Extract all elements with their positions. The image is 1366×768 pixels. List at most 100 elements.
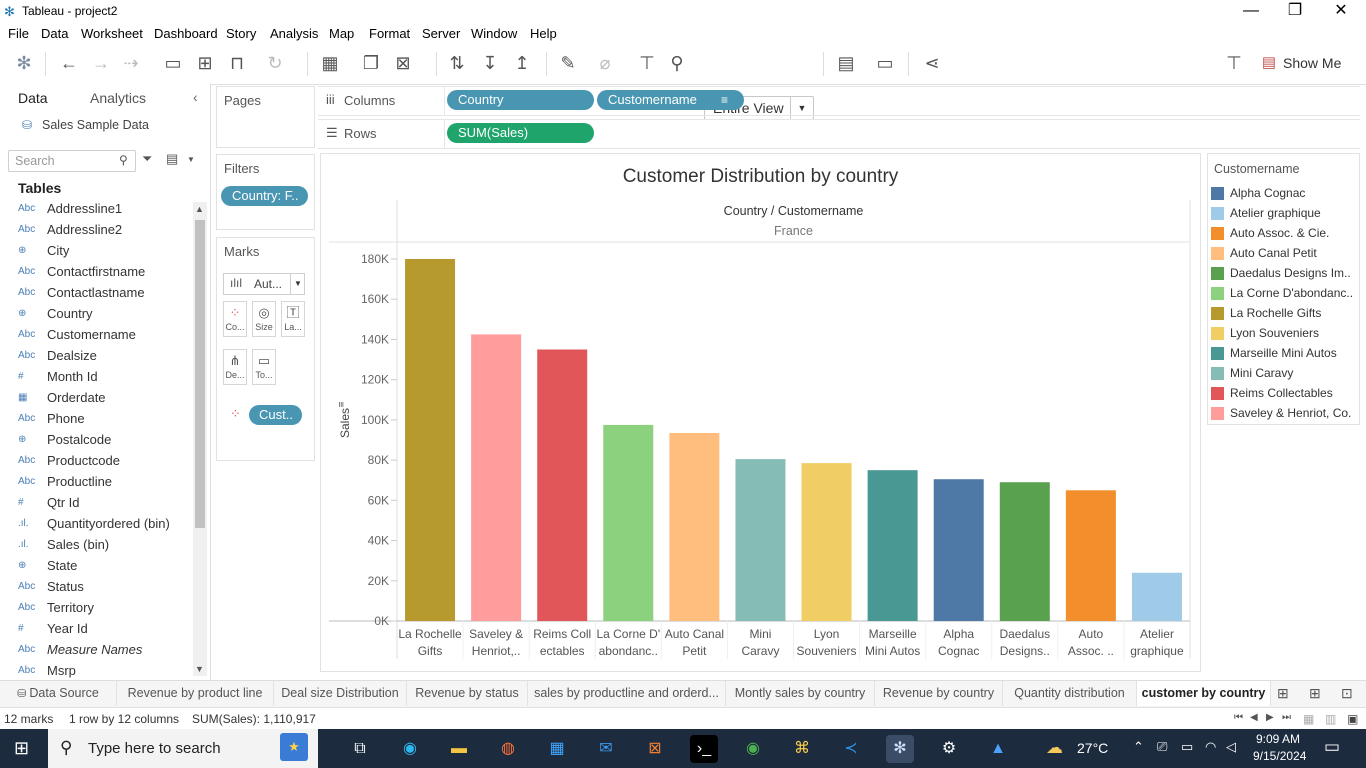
columns-pill-country[interactable]: Country <box>447 90 594 110</box>
tab-revenue-by-status[interactable]: Revenue by status <box>407 681 528 706</box>
show-me-icon[interactable]: ▤ <box>1258 52 1280 74</box>
rows-pill-sum-sales[interactable]: SUM(Sales) <box>447 123 594 143</box>
menu-dashboard[interactable]: Dashboard <box>154 26 218 41</box>
firefox-icon[interactable]: ◍ <box>494 735 522 763</box>
sort-ascending-icon[interactable]: ↧ <box>479 52 501 74</box>
show-cards-icon[interactable]: ▤ <box>835 52 857 74</box>
new-datasource-icon[interactable]: ⊞ <box>194 52 216 74</box>
new-sheet-icon[interactable]: ⊞ <box>1277 685 1289 702</box>
python-icon[interactable]: ⌘ <box>788 735 816 763</box>
chevron-down-icon[interactable]: ▼ <box>187 155 195 164</box>
tab-montly-sales-by-country[interactable]: Montly sales by country <box>726 681 875 706</box>
collapse-pane-icon[interactable]: ‹ <box>193 89 198 105</box>
filter-pill-country[interactable]: Country: F.. <box>221 186 308 206</box>
wifi-icon[interactable]: ◠ <box>1205 739 1216 755</box>
windows-start-icon[interactable]: ⊞ <box>14 738 29 759</box>
menu-file[interactable]: File <box>8 26 29 41</box>
legend-item[interactable]: Reims Collectables <box>1211 384 1357 404</box>
legend-item[interactable]: Auto Canal Petit <box>1211 244 1357 264</box>
rows-shelf[interactable]: ☰ Rows SUM(Sales) <box>318 119 1360 149</box>
pages-card[interactable]: Pages <box>216 86 315 148</box>
clear-sheet-icon[interactable]: ⊠ <box>392 52 414 74</box>
grid-view-icon[interactable]: ▦ <box>1303 712 1314 726</box>
menu-map[interactable]: Map <box>329 26 354 41</box>
field-item[interactable]: Abc Productcode <box>18 453 188 474</box>
field-item[interactable]: Abc Addressline2 <box>18 222 188 243</box>
tab-sales-by-productline-and-orderdate[interactable]: sales by productline and orderd... <box>528 681 726 706</box>
legend-item[interactable]: La Rochelle Gifts <box>1211 304 1357 324</box>
xampp-icon[interactable]: ⊠ <box>641 735 669 763</box>
save-icon[interactable]: ▭ <box>162 52 184 74</box>
paint-roller-icon[interactable]: ⊤ <box>1223 52 1245 74</box>
legend-item[interactable]: Mini Caravy <box>1211 364 1357 384</box>
mail-icon[interactable]: ✉ <box>592 735 620 763</box>
field-item[interactable]: .ıl. Quantityordered (bin) <box>18 516 188 537</box>
tab-revenue-by-country[interactable]: Revenue by country <box>875 681 1003 706</box>
mark-type-dropdown[interactable]: ılıl Aut... ▼ <box>223 273 305 295</box>
field-item[interactable]: Abc Productline <box>18 474 188 495</box>
volume-icon[interactable]: ◁ <box>1226 739 1236 755</box>
legend-item[interactable]: Alpha Cognac <box>1211 184 1357 204</box>
field-item[interactable]: ⊕ Country <box>18 306 188 327</box>
datasource-name[interactable]: Sales Sample Data <box>42 118 149 132</box>
new-story-icon[interactable]: ⊡ <box>1341 685 1353 702</box>
field-item[interactable]: Abc Contactlastname <box>18 285 188 306</box>
duplicate-sheet-icon[interactable]: ❐ <box>360 52 382 74</box>
field-item[interactable]: Abc Measure Names <box>18 642 188 663</box>
store-icon[interactable]: ▦ <box>543 735 571 763</box>
field-item[interactable]: ▦ Orderdate <box>18 390 188 411</box>
field-item[interactable]: # Month Id <box>18 369 188 390</box>
field-item[interactable]: # Qtr Id <box>18 495 188 516</box>
weather-icon[interactable]: ☁ <box>1046 738 1063 758</box>
new-worksheet-icon[interactable]: ▦ <box>319 52 341 74</box>
redo-icon[interactable]: → <box>90 52 112 74</box>
taskbar-search[interactable]: ⚲ Type here to search ★ <box>48 729 318 768</box>
battery-icon[interactable]: ▭ <box>1181 739 1193 755</box>
legend-item[interactable]: La Corne D'abondanc.. <box>1211 284 1357 304</box>
group-members-icon[interactable]: ⌀ <box>594 52 616 74</box>
field-item[interactable]: Abc Contactfirstname <box>18 264 188 285</box>
scroll-down-icon[interactable]: ▼ <box>195 664 204 674</box>
search-input[interactable]: Search ⚲ <box>8 150 136 172</box>
file-explorer-icon[interactable]: ▬ <box>445 735 473 763</box>
tooltip-button[interactable]: ▭ To... <box>252 349 276 385</box>
task-view-icon[interactable]: ⧉ <box>346 735 374 763</box>
legend-item[interactable]: Auto Assoc. & Cie. <box>1211 224 1357 244</box>
view-options-icon[interactable]: ▤ <box>166 151 178 167</box>
field-item[interactable]: Abc Dealsize <box>18 348 188 369</box>
tab-customer-by-country[interactable]: customer by country <box>1137 681 1271 706</box>
menu-window[interactable]: Window <box>471 26 517 41</box>
tab-analytics[interactable]: Analytics <box>90 90 146 106</box>
tableau-taskbar-icon[interactable]: ✻ <box>886 735 914 763</box>
first-page-icon[interactable]: ⏮ <box>1234 712 1243 723</box>
pause-updates-icon[interactable]: ⊓ <box>226 52 248 74</box>
color-button[interactable]: ⁘ Co... <box>223 301 247 337</box>
edge-icon[interactable]: ◉ <box>396 735 424 763</box>
field-item[interactable]: Abc Phone <box>18 411 188 432</box>
tab-deal-size-distribution[interactable]: Deal size Distribution <box>274 681 407 706</box>
weather-temp[interactable]: 27°C <box>1077 740 1108 756</box>
filmstrip-view-icon[interactable]: ▥ <box>1325 712 1336 726</box>
menu-format[interactable]: Format <box>369 26 410 41</box>
vscode-icon[interactable]: ≺ <box>837 735 865 763</box>
field-item[interactable]: Abc Territory <box>18 600 188 621</box>
detail-button[interactable]: ⋔ De... <box>223 349 247 385</box>
presentation-mode-icon[interactable]: ▭ <box>874 52 896 74</box>
fix-axes-icon[interactable]: ⚲ <box>666 52 688 74</box>
filter-icon[interactable]: ⏷ <box>142 151 152 167</box>
tab-revenue-by-product-line[interactable]: Revenue by product line <box>117 681 274 706</box>
photos-icon[interactable]: ▲ <box>984 735 1012 763</box>
show-mark-labels-icon[interactable]: ⊤ <box>636 52 658 74</box>
columns-shelf[interactable]: iii Columns Country Customername ≡ <box>318 86 1360 116</box>
settings-gear-icon[interactable]: ⚙ <box>935 735 963 763</box>
tabs-view-icon[interactable]: ▣ <box>1347 712 1358 726</box>
legend-item[interactable]: Marseille Mini Autos <box>1211 344 1357 364</box>
restore-button[interactable]: ❐ <box>1272 0 1318 24</box>
notifications-icon[interactable]: ▭ <box>1324 737 1340 757</box>
menu-story[interactable]: Story <box>226 26 256 41</box>
highlight-icon[interactable]: ✎ <box>557 52 579 74</box>
next-page-icon[interactable]: ▶ <box>1266 712 1274 723</box>
sort-descending-icon[interactable]: ↥ <box>511 52 533 74</box>
field-item[interactable]: Abc Customername <box>18 327 188 348</box>
menu-analysis[interactable]: Analysis <box>270 26 318 41</box>
